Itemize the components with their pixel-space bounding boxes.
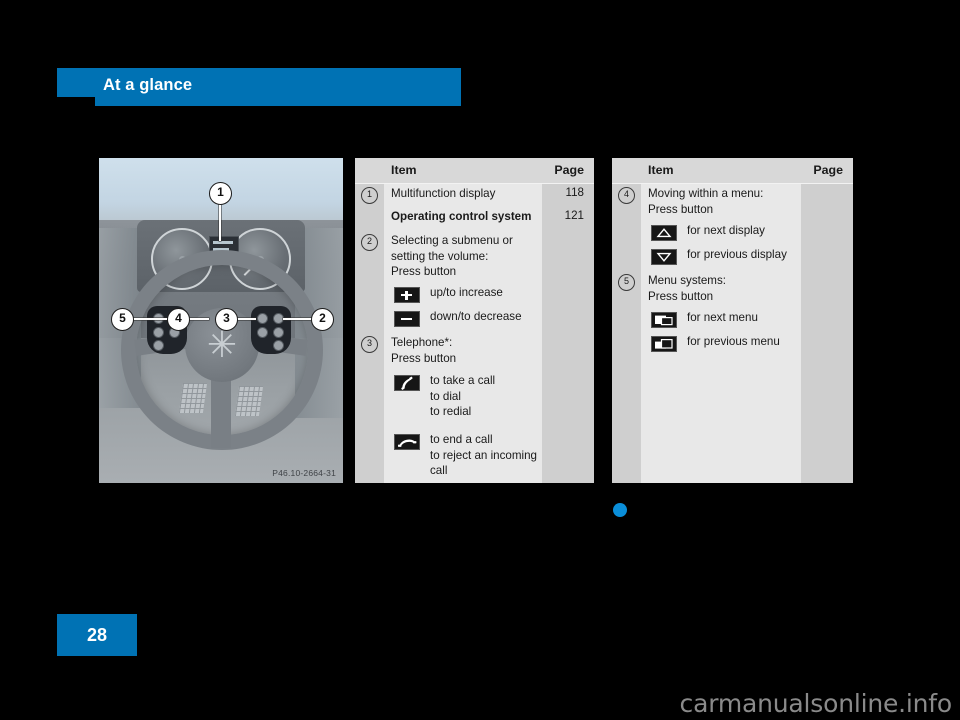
next-menu-button-icon: [651, 312, 677, 328]
phone-end-icon: [394, 434, 420, 450]
pad-button: [273, 327, 284, 338]
column-header-item: Item: [391, 163, 417, 177]
page-ref: 118: [565, 186, 584, 199]
item-number-badge: 1: [361, 187, 378, 204]
pad-button: [153, 340, 164, 351]
blue-dot-marker: [613, 503, 627, 517]
accelerator-pedal: [234, 386, 264, 416]
table-row: down/to decrease: [430, 310, 522, 323]
callout-leader-1: [219, 203, 221, 241]
site-watermark: carmanualsonline.info: [679, 689, 953, 718]
callout-4: 4: [167, 308, 190, 331]
item-number-badge: 3: [361, 336, 378, 353]
table-row: Telephone*: Press button: [391, 336, 457, 365]
callout-leader-4: [187, 318, 209, 320]
table-row: to end a call to reject an incoming call: [430, 433, 537, 477]
table-row: Selecting a submenu or setting the volum…: [391, 234, 513, 278]
table-row: for previous display: [687, 248, 787, 261]
column-header-item: Item: [648, 163, 674, 177]
page-ref: 121: [564, 209, 584, 222]
mercedes-star-logo: ✳: [206, 324, 238, 365]
arrow-up-button-icon: [651, 225, 677, 241]
previous-menu-button-icon: [651, 336, 677, 352]
steering-wheel-spoke-bottom: [211, 378, 231, 448]
table-body: 4 Moving within a menu: Press button for…: [612, 183, 853, 483]
callout-3: 3: [215, 308, 238, 331]
callout-5: 5: [111, 308, 134, 331]
table-row: Moving within a menu: Press button: [648, 187, 764, 216]
brake-pedal: [178, 383, 208, 413]
table-body: 1 Multifunction display 118 Operating co…: [355, 183, 594, 483]
steering-wheel-photo: ✳ 1 2 3 4 5 P46.10-2664-31: [99, 158, 343, 483]
table-row: for next menu: [687, 311, 758, 324]
controls-table-right: Item Page 4 Moving within a menu: Press …: [612, 158, 853, 483]
table-row: Multifunction display: [391, 187, 496, 200]
table-row: to take a call to dial to redial: [430, 374, 496, 418]
pad-button: [273, 340, 284, 351]
table-row: Menu systems: Press button: [648, 274, 726, 303]
pad-button: [153, 327, 164, 338]
callout-2: 2: [311, 308, 334, 331]
pad-button: [257, 313, 268, 324]
pad-button: [257, 327, 268, 338]
minus-button-icon: [394, 311, 420, 327]
table-row: up/to increase: [430, 286, 503, 299]
table-row: for next display: [687, 224, 765, 237]
mfd-text-line: [213, 241, 233, 244]
item-number-badge: 2: [361, 234, 378, 251]
item-number-badge: 5: [618, 274, 635, 291]
right-button-pad: [251, 306, 291, 354]
page-title: At a glance: [103, 76, 193, 94]
plus-button-icon: [394, 287, 420, 303]
item-number-badge: 4: [618, 187, 635, 204]
table-row: for previous menu: [687, 335, 780, 348]
page-number-badge: 28: [57, 614, 137, 656]
column-header-page: Page: [813, 163, 843, 177]
manual-page: At a glance ✳ 1 2 3 4 5 P46.10-2664-31 I…: [0, 0, 960, 720]
table-row: Operating control system: [391, 210, 532, 223]
callout-1: 1: [209, 182, 232, 205]
phone-accept-icon: [394, 375, 420, 391]
controls-table-middle: Item Page 1 Multifunction display 118 Op…: [355, 158, 594, 483]
section-header-notch: [57, 97, 95, 106]
arrow-down-button-icon: [651, 249, 677, 265]
column-header-page: Page: [554, 163, 584, 177]
figure-reference-code: P46.10-2664-31: [272, 468, 336, 478]
